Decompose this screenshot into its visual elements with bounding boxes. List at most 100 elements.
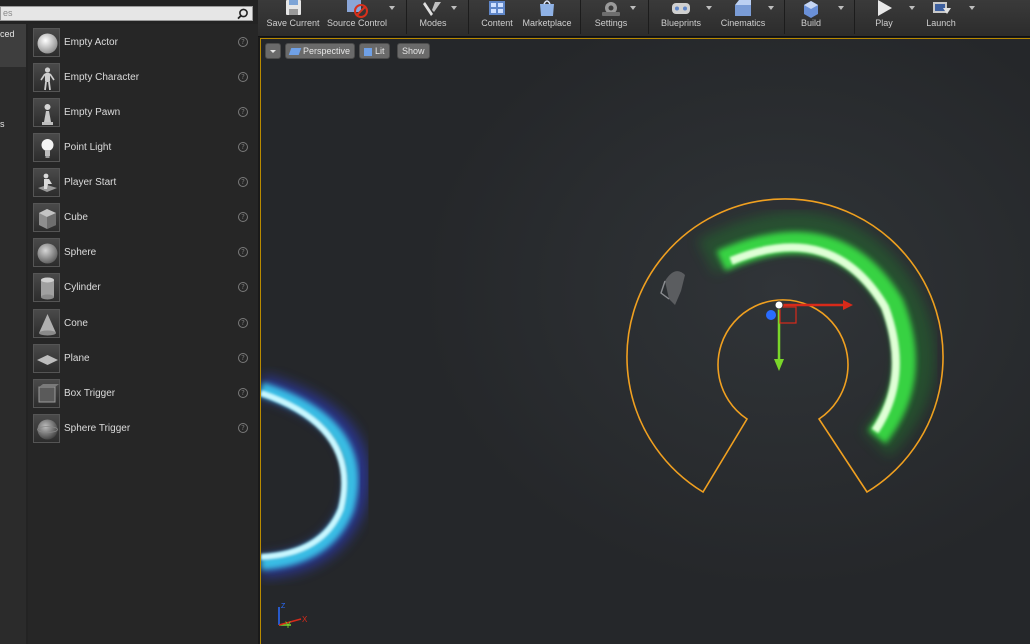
list-item-player-start[interactable]: Player Start ? bbox=[28, 165, 254, 200]
list-item-sphere-trigger[interactable]: Sphere Trigger ? bbox=[28, 411, 254, 446]
search-input[interactable]: es bbox=[3, 8, 13, 18]
show-flags-button[interactable]: Show bbox=[397, 43, 430, 59]
source-control-button[interactable]: Source Control bbox=[324, 0, 390, 34]
save-current-button[interactable]: Save Current bbox=[262, 0, 324, 34]
list-item-cylinder[interactable]: Cylinder ? bbox=[28, 270, 254, 305]
list-item-label: Player Start bbox=[64, 177, 117, 188]
plane-icon bbox=[33, 344, 60, 373]
list-item-label: Empty Character bbox=[64, 72, 140, 83]
launch-label: Launch bbox=[926, 18, 956, 28]
lit-icon bbox=[364, 47, 372, 56]
blueprints-dropdown-icon[interactable] bbox=[706, 6, 712, 10]
modes-button[interactable]: Modes bbox=[410, 0, 456, 34]
launch-icon bbox=[933, 2, 951, 14]
axis-y-label: Y bbox=[285, 620, 291, 630]
help-icon[interactable]: ? bbox=[238, 353, 248, 363]
main-toolbar: Save Current Source Control Modes Conten… bbox=[258, 0, 1030, 37]
scene-render[interactable] bbox=[261, 39, 1030, 644]
list-item-empty-pawn[interactable]: Empty Pawn ? bbox=[28, 95, 254, 130]
source-control-icon bbox=[347, 0, 368, 18]
list-item-cube[interactable]: Cube ? bbox=[28, 200, 254, 235]
settings-label: Settings bbox=[594, 18, 628, 28]
list-item-label: Cylinder bbox=[64, 282, 101, 293]
build-button[interactable]: Build bbox=[788, 0, 834, 34]
blueprints-label: Blueprints bbox=[660, 18, 702, 28]
modes-icon bbox=[423, 2, 441, 16]
help-icon[interactable]: ? bbox=[238, 423, 248, 433]
help-icon[interactable]: ? bbox=[238, 37, 248, 47]
blueprints-button[interactable]: Blueprints bbox=[656, 0, 706, 34]
cylinder-icon bbox=[33, 273, 60, 302]
transform-gizmo[interactable] bbox=[766, 300, 853, 371]
list-item-label: Plane bbox=[64, 353, 90, 364]
cinematics-icon bbox=[735, 0, 751, 16]
viewport-options-button[interactable] bbox=[265, 43, 281, 59]
settings-dropdown-icon[interactable] bbox=[630, 6, 636, 10]
list-item-label: Point Light bbox=[64, 142, 112, 153]
play-dropdown-icon[interactable] bbox=[909, 6, 915, 10]
list-item-label: Sphere bbox=[64, 247, 97, 258]
lightbulb-icon bbox=[33, 133, 60, 162]
modes-dropdown-icon[interactable] bbox=[451, 6, 457, 10]
mannequin-icon bbox=[33, 63, 60, 92]
list-item-label: Empty Actor bbox=[64, 37, 118, 48]
axis-indicator: Y X Z bbox=[278, 603, 308, 630]
cinematics-button[interactable]: Cinematics bbox=[716, 0, 770, 34]
play-button[interactable]: Play bbox=[862, 0, 906, 34]
content-button[interactable]: Content bbox=[474, 0, 520, 34]
help-icon[interactable]: ? bbox=[238, 388, 248, 398]
help-icon[interactable]: ? bbox=[238, 107, 248, 117]
list-item-sphere[interactable]: Sphere ? bbox=[28, 235, 254, 270]
toolbar-divider bbox=[580, 0, 581, 34]
help-icon[interactable]: ? bbox=[238, 212, 248, 222]
list-item-empty-actor[interactable]: Empty Actor ? bbox=[28, 25, 254, 60]
help-icon[interactable]: ? bbox=[238, 282, 248, 292]
blue-portal-effect bbox=[261, 374, 370, 578]
list-item-cone[interactable]: Cone ? bbox=[28, 306, 254, 341]
search-icon[interactable] bbox=[237, 8, 249, 20]
list-item-point-light[interactable]: Point Light ? bbox=[28, 130, 254, 165]
character-mesh[interactable] bbox=[660, 271, 685, 305]
list-item-label: Sphere Trigger bbox=[64, 423, 131, 434]
build-icon bbox=[804, 1, 818, 18]
play-label: Play bbox=[875, 18, 893, 28]
pawn-icon bbox=[33, 98, 60, 127]
category-tab-label: ced bbox=[0, 29, 15, 39]
settings-button[interactable]: Settings bbox=[588, 0, 634, 34]
toolbar-divider bbox=[406, 0, 407, 34]
perspective-button[interactable]: Perspective bbox=[285, 43, 356, 59]
help-icon[interactable]: ? bbox=[238, 177, 248, 187]
axis-x-label: X bbox=[302, 615, 308, 624]
play-icon bbox=[878, 0, 892, 16]
view-mode-lit-button[interactable]: Lit bbox=[359, 43, 390, 59]
cone-icon bbox=[33, 309, 60, 338]
launch-dropdown-icon[interactable] bbox=[969, 6, 975, 10]
list-item-box-trigger[interactable]: Box Trigger ? bbox=[28, 376, 254, 411]
help-icon[interactable]: ? bbox=[238, 318, 248, 328]
help-icon[interactable]: ? bbox=[238, 247, 248, 257]
help-icon[interactable]: ? bbox=[238, 72, 248, 82]
level-viewport[interactable]: Perspective Lit Show Y X Z bbox=[260, 38, 1030, 644]
launch-button[interactable]: Launch bbox=[918, 0, 964, 34]
category-tab-label[interactable]: s bbox=[0, 119, 26, 129]
axis-z-label: Z bbox=[281, 603, 286, 610]
content-label: Content bbox=[481, 18, 513, 28]
sphere-icon bbox=[33, 238, 60, 267]
content-icon bbox=[489, 1, 505, 15]
help-icon[interactable]: ? bbox=[238, 142, 248, 152]
cinematics-label: Cinematics bbox=[720, 18, 766, 28]
perspective-label: Perspective bbox=[303, 46, 351, 56]
search-box[interactable]: es bbox=[0, 6, 253, 21]
lit-label: Lit bbox=[375, 46, 385, 56]
build-dropdown-icon[interactable] bbox=[838, 6, 844, 10]
list-item-plane[interactable]: Plane ? bbox=[28, 341, 254, 376]
list-item-empty-character[interactable]: Empty Character ? bbox=[28, 60, 254, 95]
toolbar-divider bbox=[854, 0, 855, 34]
list-item-label: Box Trigger bbox=[64, 388, 116, 399]
source-control-label: Source Control bbox=[326, 18, 388, 28]
source-control-dropdown-icon[interactable] bbox=[389, 6, 395, 10]
marketplace-button[interactable]: Marketplace bbox=[520, 0, 574, 34]
marketplace-icon bbox=[540, 0, 554, 16]
cinematics-dropdown-icon[interactable] bbox=[768, 6, 774, 10]
box-trigger-icon bbox=[33, 379, 60, 408]
